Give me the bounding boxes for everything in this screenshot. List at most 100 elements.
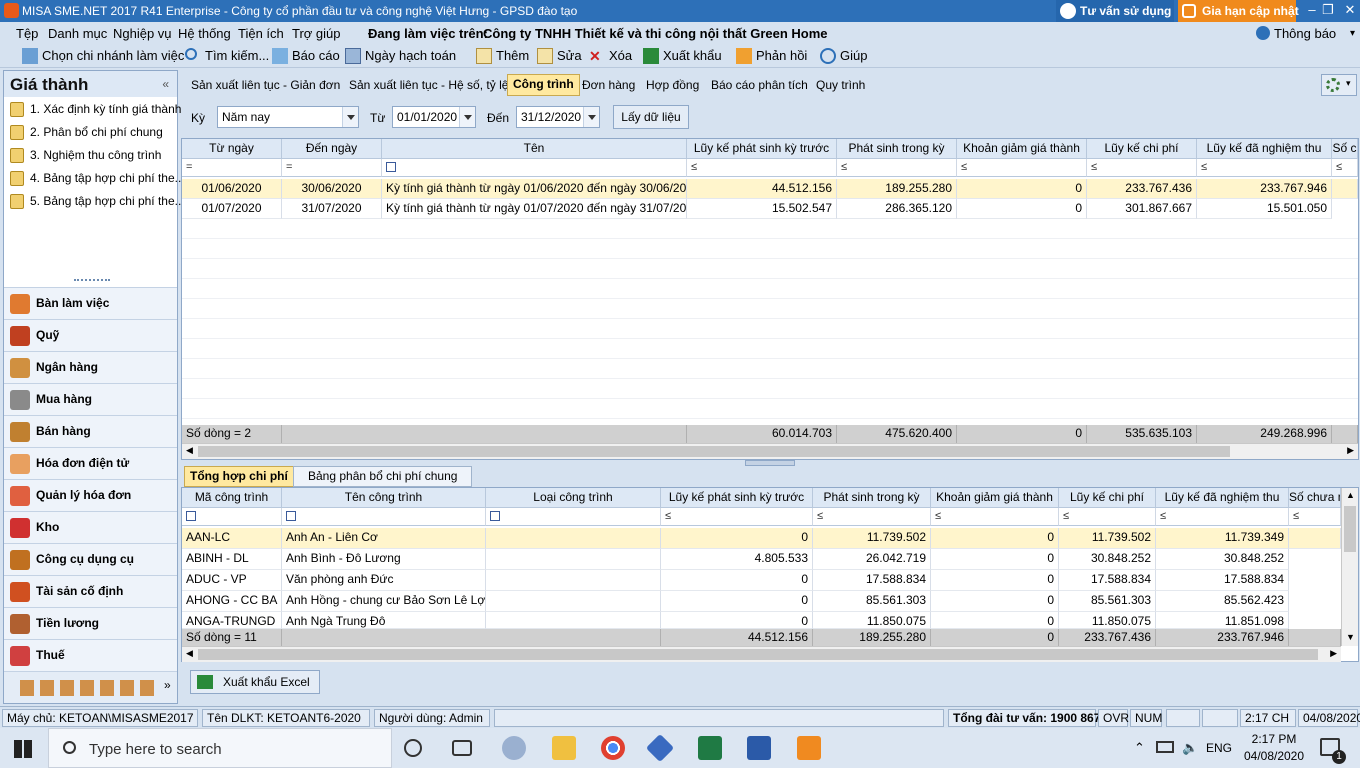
close-button[interactable]: ✕ <box>1338 0 1360 22</box>
module-desktop[interactable]: Bàn làm việc <box>4 287 177 319</box>
module-invoice-mgmt[interactable]: Quản lý hóa đơn <box>4 479 177 511</box>
taskbar-time[interactable]: 2:17 PM <box>1246 732 1302 746</box>
col-construction-name[interactable]: Tên công trình <box>282 488 486 508</box>
add-button[interactable]: Thêm <box>476 48 529 64</box>
edit-button[interactable]: Sửa <box>537 48 582 64</box>
consult-button[interactable]: Tư vấn sử dụng <box>1056 0 1174 22</box>
scroll-right-icon[interactable]: ▶ <box>1347 445 1354 456</box>
col-code[interactable]: Mã công trình <box>182 488 282 508</box>
restore-button[interactable]: ❐ <box>1316 0 1340 22</box>
filter-cell[interactable] <box>486 508 661 526</box>
filter-cell[interactable]: ≤ <box>1332 159 1358 177</box>
left-item-5[interactable]: 5. Bảng tập hợp chi phí the... <box>8 194 185 209</box>
export-excel-button[interactable]: Xuất khẩu Excel <box>190 670 320 694</box>
scroll-right-icon[interactable]: ▶ <box>1330 648 1337 659</box>
misa-icon[interactable] <box>645 733 675 763</box>
period-select[interactable]: Năm nay <box>217 106 359 128</box>
filter-cell[interactable]: ≤ <box>661 508 813 526</box>
chrome-icon[interactable] <box>601 736 625 760</box>
foxit-icon[interactable] <box>797 736 821 760</box>
tab-construction[interactable]: Công trình <box>507 74 580 96</box>
menu-system[interactable]: Hệ thống <box>178 26 231 41</box>
chevron-up-icon[interactable]: ⌃ <box>1134 740 1145 756</box>
filter-cell[interactable]: ≤ <box>931 508 1059 526</box>
from-date-input[interactable]: 01/01/2020 <box>392 106 476 128</box>
file-explorer-icon[interactable] <box>552 736 576 760</box>
filter-cell[interactable]: ≤ <box>957 159 1087 177</box>
help-button[interactable]: Giúp <box>820 48 867 64</box>
vertical-scrollbar[interactable]: ▲ ▼ <box>1341 488 1358 646</box>
module-tax[interactable]: Thuế <box>4 639 177 671</box>
tab-analysis[interactable]: Báo cáo phân tích <box>706 76 813 98</box>
filter-cell[interactable]: ≤ <box>813 508 931 526</box>
filter-cell[interactable] <box>182 508 282 526</box>
renew-button[interactable]: Gia hạn cập nhật <box>1178 0 1299 22</box>
filter-cell[interactable]: ≤ <box>837 159 957 177</box>
left-item-3[interactable]: 3. Nghiệm thu công trình <box>8 148 161 163</box>
col-type[interactable]: Loại công trình <box>486 488 661 508</box>
module-tools[interactable]: Công cụ dụng cụ <box>4 543 177 575</box>
filter-cell[interactable]: ≤ <box>1289 508 1341 526</box>
col-to-date[interactable]: Đến ngày <box>282 139 382 159</box>
left-item-1[interactable]: 1. Xác định kỳ tính giá thành <box>8 102 181 117</box>
tab-cost-summary[interactable]: Tổng hợp chi phí <box>184 466 294 487</box>
scroll-up-icon[interactable]: ▲ <box>1346 490 1355 500</box>
left-item-2[interactable]: 2. Phân bổ chi phí chung <box>8 125 163 140</box>
filter-cell[interactable]: ≤ <box>1197 159 1332 177</box>
tab-process[interactable]: Quy trình <box>811 76 870 98</box>
module-sales[interactable]: Bán hàng <box>4 415 177 447</box>
col-name[interactable]: Tên <box>382 139 687 159</box>
tab-allocation[interactable]: Bảng phân bổ chi phí chung <box>293 466 473 487</box>
module-purchase[interactable]: Mua hàng <box>4 383 177 415</box>
filter-cell[interactable]: ≤ <box>687 159 837 177</box>
splitter-handle[interactable] <box>74 279 110 283</box>
scroll-thumb[interactable] <box>198 446 1230 457</box>
col-accum-accepted[interactable]: Lũy kế đã nghiệm thu <box>1197 139 1332 159</box>
windows-start-icon[interactable] <box>14 740 32 758</box>
report-button[interactable]: Báo cáo <box>272 48 340 64</box>
network-icon[interactable] <box>1156 741 1174 753</box>
taskbar-date[interactable]: 04/08/2020 <box>1242 749 1306 763</box>
col-accum-cost[interactable]: Lũy kế chi phí <box>1087 139 1197 159</box>
col-unaccepted[interactable]: Số chưa n <box>1289 488 1341 508</box>
language-indicator[interactable]: ENG <box>1206 741 1232 755</box>
tab-simple[interactable]: Sản xuất liên tục - Giản đơn <box>186 76 345 98</box>
post-date-button[interactable]: Ngày hạch toán <box>345 48 456 64</box>
feedback-button[interactable]: Phản hồi <box>736 48 807 64</box>
filter-cell[interactable] <box>282 508 486 526</box>
menu-catalog[interactable]: Danh mục <box>48 26 107 41</box>
get-data-button[interactable]: Lấy dữ liệu <box>613 105 689 129</box>
left-item-4[interactable]: 4. Bảng tập hợp chi phí the... <box>8 171 185 186</box>
col-incurred[interactable]: Phát sinh trong kỳ <box>837 139 957 159</box>
filter-cell[interactable]: = <box>182 159 282 177</box>
horizontal-scrollbar[interactable]: ◀ ▶ <box>182 646 1341 662</box>
col-prev-accum[interactable]: Lũy kế phát sinh kỳ trước <box>661 488 813 508</box>
col-incurred[interactable]: Phát sinh trong kỳ <box>813 488 931 508</box>
chevron-down-icon[interactable]: ▾ <box>1350 28 1355 39</box>
export-button[interactable]: Xuất khẩu <box>643 48 722 64</box>
tab-order[interactable]: Đơn hàng <box>577 76 640 98</box>
col-from-date[interactable]: Từ ngày <box>182 139 282 159</box>
collapse-icon[interactable]: « <box>162 77 169 91</box>
filter-cell[interactable] <box>382 159 687 177</box>
module-bank[interactable]: Ngân hàng <box>4 351 177 383</box>
delete-button[interactable]: ✕ Xóa <box>589 48 632 64</box>
filter-cell[interactable]: ≤ <box>1087 159 1197 177</box>
menu-operations[interactable]: Nghiệp vụ <box>113 26 172 41</box>
to-date-input[interactable]: 31/12/2020 <box>516 106 600 128</box>
filter-cell[interactable]: ≤ <box>1156 508 1289 526</box>
branch-button[interactable]: Chọn chi nhánh làm việc <box>22 48 184 64</box>
scroll-left-icon[interactable]: ◀ <box>186 648 193 659</box>
module-cash[interactable]: Quỹ <box>4 319 177 351</box>
shortcut-icons[interactable] <box>20 680 160 696</box>
menu-utilities[interactable]: Tiện ích <box>238 26 284 41</box>
more-icon[interactable]: » <box>164 678 171 692</box>
module-warehouse[interactable]: Kho <box>4 511 177 543</box>
horizontal-scrollbar[interactable]: ◀ ▶ <box>182 443 1358 459</box>
notify-button[interactable]: Thông báo <box>1274 26 1336 41</box>
menu-file[interactable]: Tệp <box>16 26 38 41</box>
task-view-icon[interactable] <box>452 740 472 756</box>
col-accum-cost[interactable]: Lũy kế chi phí <box>1059 488 1156 508</box>
scroll-thumb[interactable] <box>198 649 1318 660</box>
filter-cell[interactable]: = <box>282 159 382 177</box>
